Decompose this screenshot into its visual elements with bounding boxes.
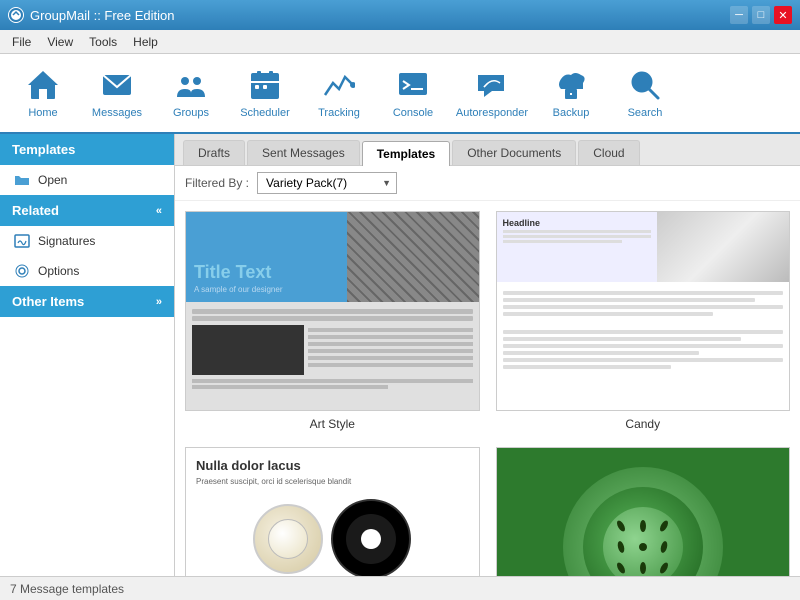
tab-templates[interactable]: Templates [362, 141, 450, 166]
templates-grid: Title Text A sample of our designer [175, 201, 800, 576]
other-items-expand-icon: » [156, 296, 162, 308]
signatures-icon [14, 233, 30, 249]
main-layout: Templates Open Related « Signatures Opti… [0, 134, 800, 576]
toolbar-console[interactable]: Console [378, 59, 448, 127]
messages-icon [99, 67, 135, 103]
menu-view[interactable]: View [39, 33, 81, 51]
status-message: 7 Message templates [10, 582, 124, 596]
content-area: Drafts Sent Messages Templates Other Doc… [175, 134, 800, 576]
sidebar-signatures-label: Signatures [38, 234, 95, 248]
window-controls: ─ □ ✕ [730, 6, 792, 24]
minimize-button[interactable]: ─ [730, 6, 748, 24]
toolbar-messages-label: Messages [92, 107, 142, 119]
autoresponder-icon [474, 67, 510, 103]
groups-icon [173, 67, 209, 103]
sidebar-other-items-header[interactable]: Other Items » [0, 286, 174, 317]
toolbar-home-label: Home [28, 107, 57, 119]
close-button[interactable]: ✕ [774, 6, 792, 24]
sidebar-templates-header[interactable]: Templates [0, 134, 174, 165]
status-bar: 7 Message templates [0, 576, 800, 600]
toolbar-autoresponder[interactable]: Autoresponder [452, 59, 532, 127]
tab-cloud[interactable]: Cloud [578, 140, 639, 165]
toolbar-backup-label: Backup [553, 107, 590, 119]
title-bar-left: GroupMail :: Free Edition [8, 7, 175, 23]
home-icon [25, 67, 61, 103]
app-title: GroupMail :: Free Edition [30, 8, 175, 23]
menu-help[interactable]: Help [125, 33, 166, 51]
sidebar-open[interactable]: Open [0, 165, 174, 195]
template-art-style-name: Art Style [310, 417, 355, 431]
app-icon [8, 7, 24, 23]
toolbar-backup[interactable]: Backup [536, 59, 606, 127]
sidebar-other-items-label: Other Items [12, 294, 84, 309]
title-bar: GroupMail :: Free Edition ─ □ ✕ [0, 0, 800, 30]
toolbar-console-label: Console [393, 107, 433, 119]
tab-other-documents[interactable]: Other Documents [452, 140, 576, 165]
sidebar-related-label: Related [12, 203, 59, 218]
toolbar-messages[interactable]: Messages [82, 59, 152, 127]
open-folder-icon [14, 172, 30, 188]
sidebar-related-header[interactable]: Related « [0, 195, 174, 226]
sidebar-open-label: Open [38, 173, 67, 187]
related-collapse-icon: « [156, 205, 162, 217]
template-card-candy[interactable]: Headline [496, 211, 791, 431]
toolbar: Home Messages Groups Scheduler Tracking … [0, 54, 800, 134]
toolbar-tracking[interactable]: Tracking [304, 59, 374, 127]
menu-tools[interactable]: Tools [81, 33, 125, 51]
tab-sent-messages[interactable]: Sent Messages [247, 140, 360, 165]
toolbar-search[interactable]: Search [610, 59, 680, 127]
toolbar-home[interactable]: Home [8, 59, 78, 127]
tabs: Drafts Sent Messages Templates Other Doc… [175, 134, 800, 166]
search-icon [627, 67, 663, 103]
template-card-kiwi[interactable] [496, 447, 791, 576]
sidebar-options-label: Options [38, 264, 79, 278]
sidebar-options[interactable]: Options [0, 256, 174, 286]
toolbar-groups[interactable]: Groups [156, 59, 226, 127]
template-thumb-kiwi [496, 447, 791, 576]
template-thumb-nulla: Nulla dolor lacus Praesent suscipit, orc… [185, 447, 480, 576]
scheduler-icon [247, 67, 283, 103]
tab-drafts[interactable]: Drafts [183, 140, 245, 165]
sidebar: Templates Open Related « Signatures Opti… [0, 134, 175, 576]
console-icon [395, 67, 431, 103]
filter-select[interactable]: Variety Pack(7) [257, 172, 397, 194]
menu-file[interactable]: File [4, 33, 39, 51]
template-card-art-style[interactable]: Title Text A sample of our designer [185, 211, 480, 431]
filter-bar: Filtered By : Variety Pack(7) [175, 166, 800, 201]
backup-icon [553, 67, 589, 103]
toolbar-tracking-label: Tracking [318, 107, 360, 119]
maximize-button[interactable]: □ [752, 6, 770, 24]
sidebar-templates-label: Templates [12, 142, 75, 157]
filter-label: Filtered By : [185, 176, 249, 190]
template-thumb-art-style: Title Text A sample of our designer [185, 211, 480, 411]
sidebar-signatures[interactable]: Signatures [0, 226, 174, 256]
toolbar-groups-label: Groups [173, 107, 209, 119]
toolbar-scheduler-label: Scheduler [240, 107, 290, 119]
tracking-icon [321, 67, 357, 103]
template-card-nulla[interactable]: Nulla dolor lacus Praesent suscipit, orc… [185, 447, 480, 576]
toolbar-autoresponder-label: Autoresponder [456, 107, 528, 119]
toolbar-scheduler[interactable]: Scheduler [230, 59, 300, 127]
menu-bar: File View Tools Help [0, 30, 800, 54]
template-candy-name: Candy [625, 417, 660, 431]
options-icon [14, 263, 30, 279]
toolbar-search-label: Search [628, 107, 663, 119]
template-thumb-candy: Headline [496, 211, 791, 411]
filter-select-wrapper[interactable]: Variety Pack(7) [257, 172, 397, 194]
